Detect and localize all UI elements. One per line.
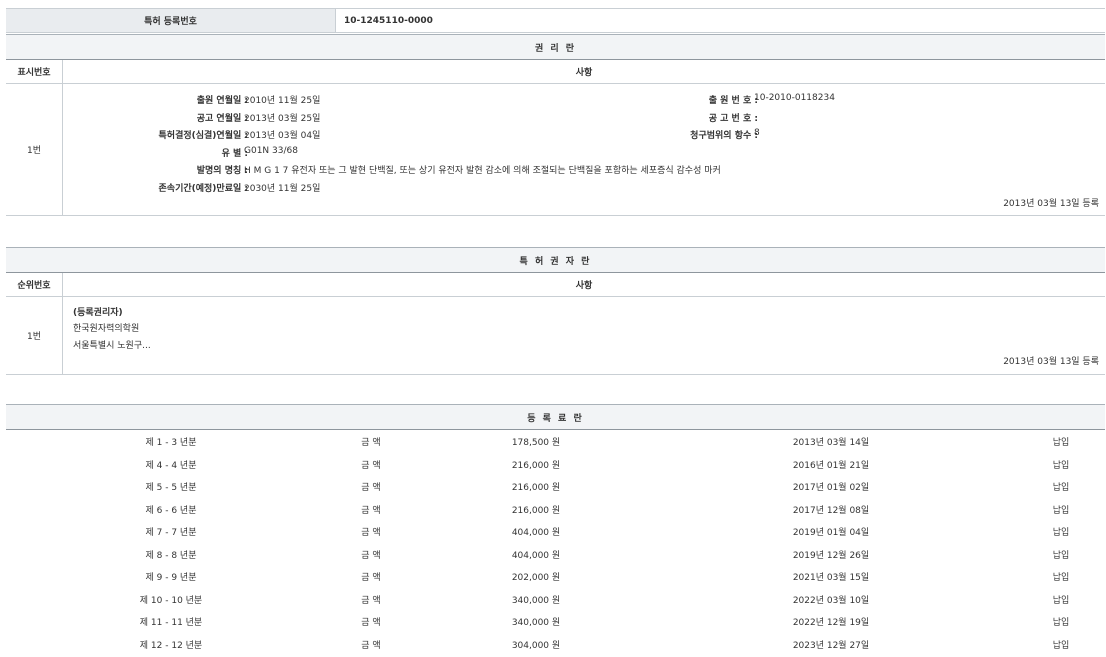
fee-row: 제 8 - 8 년분 금 액 404,000 원 2019년 12월 26일 납입 (6, 543, 1105, 565)
fee-paid-date: 2016년 01월 21일 (776, 458, 886, 471)
fee-amount: 304,000 원 (496, 638, 576, 651)
holders-row-details: (등록권리자) 한국원자력의학원 서울특별시 노원구... 2013년 03월 … (63, 297, 1105, 374)
fee-row: 제 1 - 3 년분 금 액 178,500 원 2013년 03월 14일 납입 (6, 430, 1105, 452)
fee-paid-date: 2021년 03월 15일 (776, 570, 886, 583)
fee-row: 제 4 - 4 년분 금 액 216,000 원 2016년 01월 21일 납입 (6, 453, 1105, 475)
fee-amount: 340,000 원 (496, 593, 576, 606)
registration-number-row: 특허 등록번호 10-1245110-0000 (6, 8, 1105, 33)
fee-amount: 340,000 원 (496, 615, 576, 628)
invention-title: H M G 1 7 유전자 또는 그 발현 단백질, 또는 상기 유전자 발현 … (244, 163, 721, 176)
field-label: 존속기간(예정)만료일 : (159, 181, 248, 194)
fee-paid-date: 2017년 12월 08일 (776, 503, 886, 516)
fee-period: 제 6 - 6 년분 (126, 503, 216, 516)
fee-row: 제 9 - 9 년분 금 액 202,000 원 2021년 03월 15일 납입 (6, 565, 1105, 587)
rights-column-header: 표시번호 사항 (6, 60, 1105, 84)
holder-address: 서울특별시 노원구... (73, 338, 151, 351)
field-label: 공 고 번 호 : (709, 111, 758, 124)
fee-amount: 216,000 원 (496, 503, 576, 516)
fee-row: 제 7 - 7 년분 금 액 404,000 원 2019년 01월 04일 납입 (6, 520, 1105, 542)
fee-paid-date: 2022년 12월 19일 (776, 615, 886, 628)
fee-period: 제 11 - 11 년분 (126, 615, 216, 628)
fee-status: 납입 (1041, 615, 1081, 628)
fee-paid-date: 2017년 01월 02일 (776, 480, 886, 493)
field-label: 발명의 명칭 : (197, 163, 248, 176)
field-value: 2030년 11월 25일 (244, 181, 320, 194)
fee-status: 납입 (1041, 570, 1081, 583)
fee-label: 금 액 (346, 570, 396, 583)
fee-label: 금 액 (346, 615, 396, 628)
fee-status: 납입 (1041, 638, 1081, 651)
application-number: 10-2010-0118234 (754, 93, 835, 103)
fee-amount: 202,000 원 (496, 570, 576, 583)
fee-status: 납입 (1041, 593, 1081, 606)
registration-date-note: 2013년 03월 13일 등록 (1003, 354, 1099, 367)
fee-status: 납입 (1041, 458, 1081, 471)
fee-paid-date: 2019년 01월 04일 (776, 525, 886, 538)
field-value: 2013년 03월 25일 (244, 111, 320, 124)
field-value: 2010년 11월 25일 (244, 93, 320, 106)
fee-row: 제 11 - 11 년분 금 액 340,000 원 2022년 12월 19일 납입 (6, 610, 1105, 632)
fee-status: 납입 (1041, 480, 1081, 493)
fee-amount: 404,000 원 (496, 525, 576, 538)
rights-row-number: 1번 (6, 84, 63, 215)
fee-amount: 178,500 원 (496, 435, 576, 448)
fee-paid-date: 2023년 12월 27일 (776, 638, 886, 651)
holders-column-header: 순위번호 사항 (6, 273, 1105, 297)
fee-row: 제 5 - 5 년분 금 액 216,000 원 2017년 01월 02일 납입 (6, 475, 1105, 497)
fee-paid-date: 2022년 03월 10일 (776, 593, 886, 606)
field-value: G01N 33/68 (244, 146, 298, 156)
fee-period: 제 10 - 10 년분 (126, 593, 216, 606)
fee-label: 금 액 (346, 593, 396, 606)
claims-count: 8 (754, 128, 760, 138)
fee-label: 금 액 (346, 638, 396, 651)
fee-period: 제 9 - 9 년분 (126, 570, 216, 583)
field-value: 2013년 03월 04일 (244, 128, 320, 141)
fee-label: 금 액 (346, 503, 396, 516)
field-label: 출 원 번 호 : (709, 93, 758, 106)
field-label: 출원 연월일 : (197, 93, 248, 106)
rights-section-title: 권 리 란 (6, 34, 1105, 60)
fee-status: 납입 (1041, 503, 1081, 516)
fee-paid-date: 2019년 12월 26일 (776, 548, 886, 561)
fee-amount: 216,000 원 (496, 480, 576, 493)
fee-label: 금 액 (346, 480, 396, 493)
holders-col-number: 순위번호 (6, 273, 63, 296)
registration-date-note: 2013년 03월 13일 등록 (1003, 196, 1099, 209)
fee-period: 제 8 - 8 년분 (126, 548, 216, 561)
fee-period: 제 1 - 3 년분 (126, 435, 216, 448)
holders-row-number: 1번 (6, 297, 63, 374)
fee-status: 납입 (1041, 548, 1081, 561)
fee-amount: 216,000 원 (496, 458, 576, 471)
rights-col-details: 사항 (63, 60, 1105, 83)
fee-row: 제 10 - 10 년분 금 액 340,000 원 2022년 03월 10일 납입 (6, 588, 1105, 610)
holders-section-title: 특 허 권 자 란 (6, 247, 1105, 273)
rights-row: 1번 출원 연월일 : 2010년 11월 25일 공고 연월일 : 2013년… (6, 84, 1105, 216)
holders-row: 1번 (등록권리자) 한국원자력의학원 서울특별시 노원구... 2013년 0… (6, 297, 1105, 375)
fee-label: 금 액 (346, 458, 396, 471)
rights-col-number: 표시번호 (6, 60, 63, 83)
fee-paid-date: 2013년 03월 14일 (776, 435, 886, 448)
fees-section-title: 등 록 료 란 (6, 404, 1105, 430)
fee-label: 금 액 (346, 548, 396, 561)
field-label: 특허결정(심결)연월일 : (159, 128, 248, 141)
registration-number-value: 10-1245110-0000 (336, 9, 433, 32)
holder-name: 한국원자력의학원 (73, 321, 139, 334)
holder-type: (등록권리자) (73, 305, 123, 318)
rights-row-details: 출원 연월일 : 2010년 11월 25일 공고 연월일 : 2013년 03… (63, 84, 1105, 215)
fee-amount: 404,000 원 (496, 548, 576, 561)
fee-label: 금 액 (346, 435, 396, 448)
fee-status: 납입 (1041, 435, 1081, 448)
fee-period: 제 5 - 5 년분 (126, 480, 216, 493)
field-label: 청구범위의 항수 : (690, 128, 758, 141)
fee-label: 금 액 (346, 525, 396, 538)
fee-status: 납입 (1041, 525, 1081, 538)
registration-number-label: 특허 등록번호 (6, 9, 336, 32)
holders-col-details: 사항 (63, 273, 1105, 296)
fee-period: 제 12 - 12 년분 (126, 638, 216, 651)
fee-period: 제 7 - 7 년분 (126, 525, 216, 538)
fee-row: 제 6 - 6 년분 금 액 216,000 원 2017년 12월 08일 납입 (6, 498, 1105, 520)
fee-row: 제 12 - 12 년분 금 액 304,000 원 2023년 12월 27일 납입 (6, 633, 1105, 655)
fee-period: 제 4 - 4 년분 (126, 458, 216, 471)
field-label: 공고 연월일 : (197, 111, 248, 124)
